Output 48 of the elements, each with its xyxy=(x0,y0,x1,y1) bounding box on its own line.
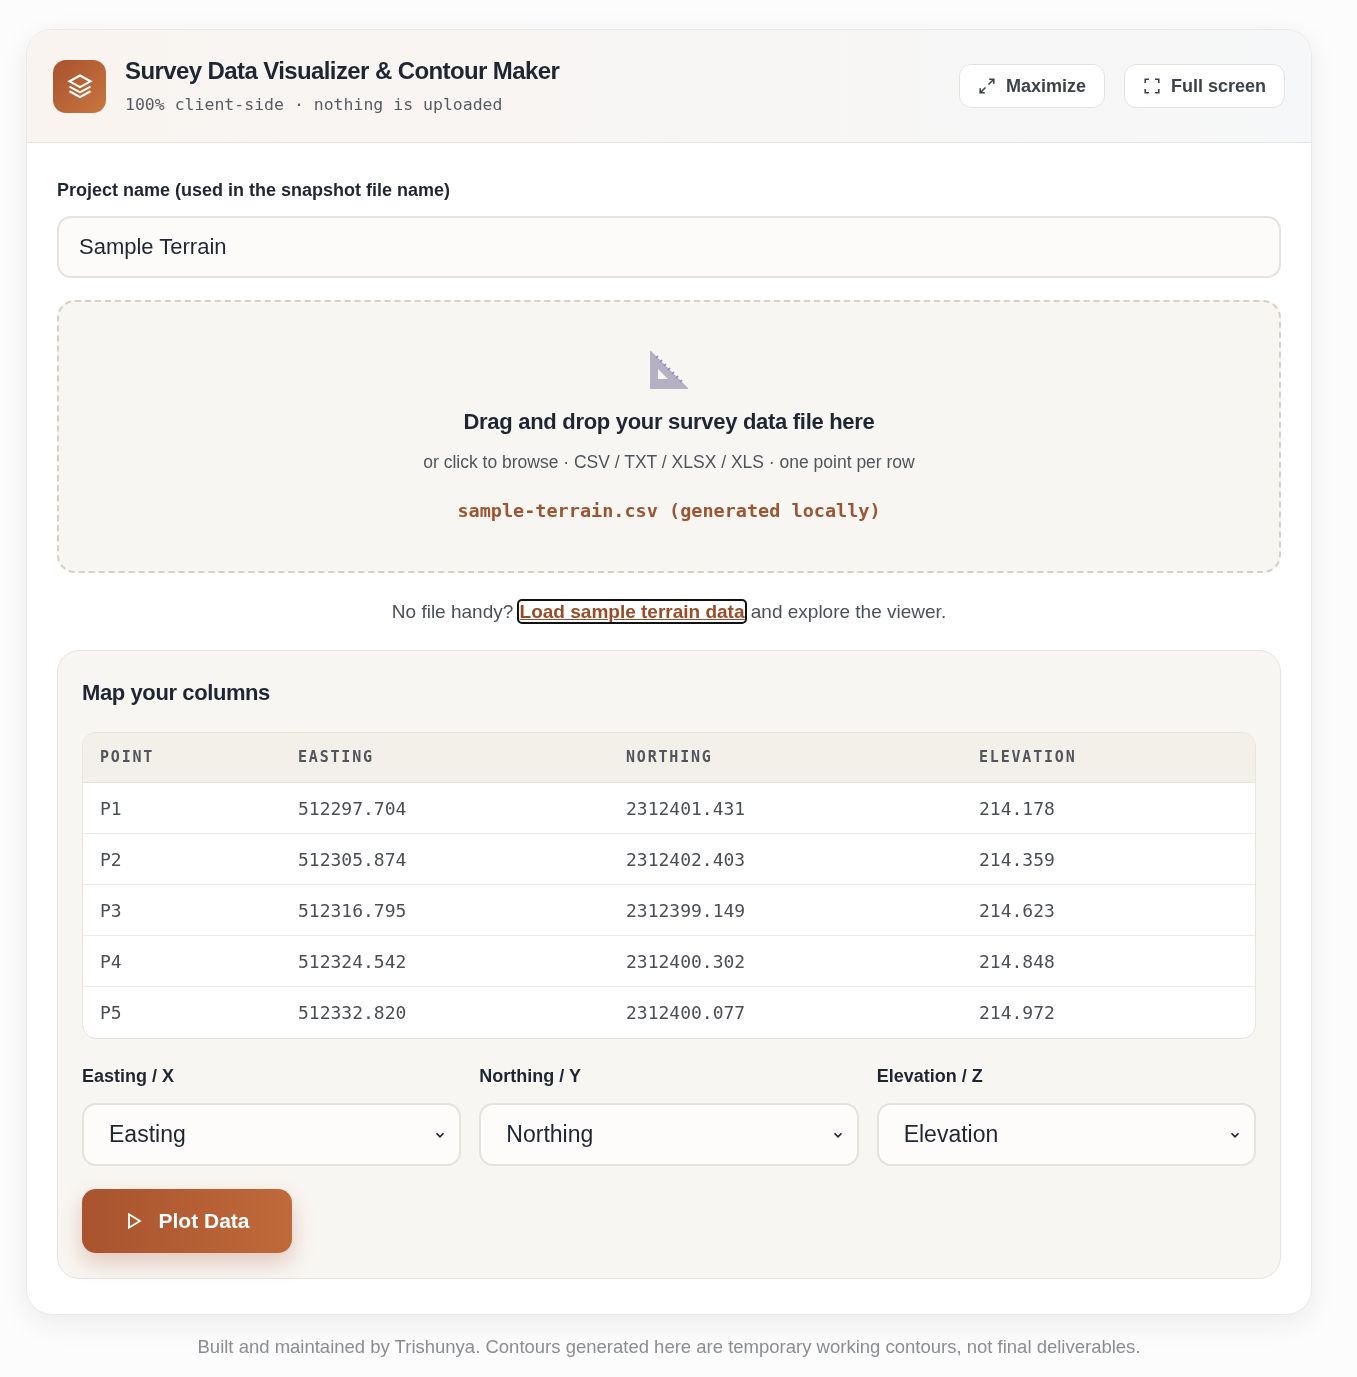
app-title: Survey Data Visualizer & Contour Maker xyxy=(125,56,560,86)
dropdown[interactable]: Easting xyxy=(82,1103,462,1166)
field-label: Easting / X xyxy=(82,1065,176,1088)
drop-zone-title: Drag and drop your survey data file here xyxy=(463,408,875,436)
project-name-input[interactable]: Sample Terrain xyxy=(57,216,1281,278)
header-button[interactable]: Full screen xyxy=(1123,64,1285,108)
file-name: sample-terrain.csv (generated locally) xyxy=(457,499,881,523)
field-label: Project name (used in the snapshot file name) xyxy=(57,179,452,202)
column-header: ELEVATION xyxy=(979,747,1078,769)
table-cell-text: 2312401.431 xyxy=(626,796,747,821)
table-cell-text: 214.623 xyxy=(979,898,1056,923)
drop-zone[interactable]: Drag and drop your survey data file here or click to browse · CSV / TXT / XLSX / XLS · one point per row sample-terrain.csv (generated locally) xyxy=(57,300,1281,573)
expand-arrows-icon xyxy=(977,77,996,95)
table-cell-text: P4 xyxy=(100,949,123,974)
table-cell-text: 512324.542 xyxy=(298,949,408,974)
table-cell-text: P3 xyxy=(100,898,123,923)
table-cell-text: 214.972 xyxy=(979,1001,1056,1025)
drop-zone-hint: or click to browse · CSV / TXT / XLSX / XLS · one point per row xyxy=(423,451,915,474)
app-subtitle: 100% client-side · nothing is uploaded xyxy=(125,94,504,116)
fullscreen-corners-icon xyxy=(1142,77,1161,95)
sample-data-link[interactable]: Load sample terrain data xyxy=(518,601,746,622)
header-button[interactable]: Maximize xyxy=(958,64,1105,108)
table-cell-text: P5 xyxy=(100,1001,123,1025)
table-cell-text: 214.178 xyxy=(979,796,1056,821)
footer-note: Built and maintained by Trishunya. Contours generated here are temporary working contours, not final deliverables. xyxy=(196,1335,1142,1359)
table-cell-text: P1 xyxy=(100,796,123,821)
panel-title: Map your columns xyxy=(82,679,271,707)
field-label: Elevation / Z xyxy=(876,1065,984,1088)
table-cell-text: 512316.795 xyxy=(298,898,408,923)
layers-icon xyxy=(53,59,106,113)
table-cell-text: 512332.820 xyxy=(298,1001,408,1025)
column-header: EASTING xyxy=(298,747,375,769)
dropdown[interactable]: Northing xyxy=(479,1103,859,1166)
table-cell-text: 2312400.077 xyxy=(626,1001,747,1025)
table-cell-text: 2312402.403 xyxy=(626,847,747,872)
column-header: NORTHING xyxy=(626,747,714,769)
table-cell-text: 512297.704 xyxy=(298,796,408,821)
table-cell-text: P2 xyxy=(100,847,123,872)
column-header: POINT xyxy=(100,747,156,769)
table-cell-text: 214.359 xyxy=(979,847,1056,872)
table-cell-text: 2312400.302 xyxy=(626,949,747,974)
sample-data-prompt: No file handy? Load sample terrain data and explore the viewer. xyxy=(390,600,948,624)
table-cell-text: 214.848 xyxy=(979,949,1056,974)
table-cell-text: 512305.874 xyxy=(298,847,408,872)
dropdown[interactable]: Elevation xyxy=(876,1103,1256,1166)
table-cell-text: 2312399.149 xyxy=(626,898,747,923)
plot-data-button[interactable]: Plot Data xyxy=(82,1189,292,1253)
field-label: Northing / Y xyxy=(479,1065,582,1088)
